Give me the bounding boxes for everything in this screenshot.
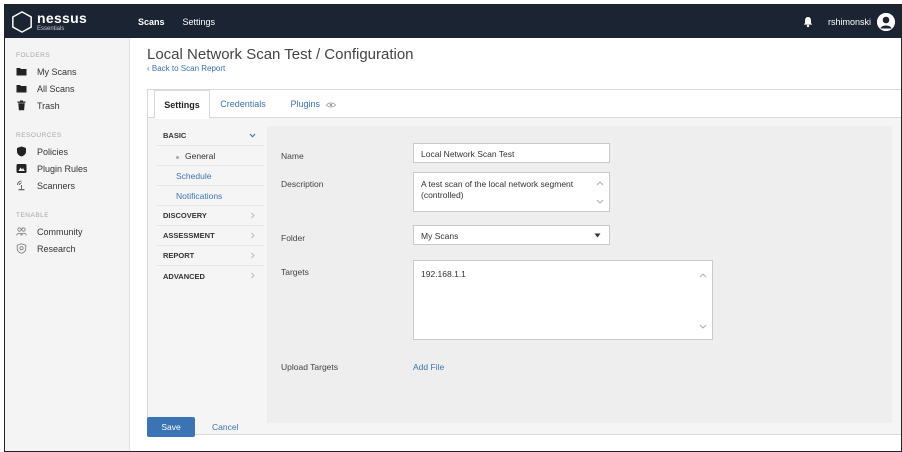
folder-icon — [16, 85, 27, 93]
chevron-up-icon[interactable] — [699, 273, 707, 278]
back-to-scan-report-link[interactable]: ‹ Back to Scan Report — [147, 64, 225, 73]
eye-icon — [325, 102, 336, 108]
sidebar-item-label: Scanners — [37, 180, 76, 191]
sidebar: FOLDERS My Scans All Scans Trash RESOURC… — [5, 38, 130, 451]
bullet-icon — [176, 155, 179, 159]
brand-name: nessus — [37, 10, 88, 26]
chevron-right-icon — [251, 212, 255, 219]
subnav-advanced[interactable]: ADVANCED — [156, 266, 264, 286]
sidebar-item-all-scans[interactable]: All Scans — [5, 80, 129, 97]
cancel-button[interactable]: Cancel — [212, 417, 238, 437]
trash-icon — [17, 100, 26, 111]
settings-subnav: BASIC General Schedule Notifications DIS… — [156, 126, 264, 286]
folder-select[interactable]: My Scans — [413, 225, 610, 245]
subnav-assessment[interactable]: ASSESSMENT — [156, 226, 264, 246]
tab-plugins[interactable]: Plugins — [278, 90, 348, 118]
tab-label: Plugins — [290, 99, 320, 109]
description-text: A test scan of the local network segment… — [421, 179, 574, 200]
community-icon — [16, 227, 27, 236]
sidebar-section-folders: FOLDERS — [16, 52, 51, 59]
subnav-item-wrap: General — [156, 151, 215, 161]
nav-scans[interactable]: Scans — [138, 17, 165, 27]
sidebar-section-tenable: TENABLE — [16, 212, 50, 219]
shield-icon — [17, 146, 26, 157]
chevron-down-icon[interactable] — [699, 324, 707, 329]
targets-label: Targets — [281, 267, 309, 277]
sidebar-item-policies[interactable]: Policies — [5, 143, 129, 160]
save-button[interactable]: Save — [147, 417, 195, 437]
add-file-link[interactable]: Add File — [413, 362, 444, 372]
targets-textarea[interactable]: 192.168.1.1 — [413, 260, 713, 340]
chevron-down-icon[interactable] — [596, 199, 604, 204]
sidebar-item-label: Policies — [37, 146, 69, 157]
main-content: Local Network Scan Test / Configuration … — [130, 38, 901, 451]
sidebar-item-label: Research — [37, 243, 76, 254]
brand-logo[interactable]: nessus Essentials — [5, 5, 130, 38]
folder-icon — [16, 68, 27, 76]
subnav-discovery[interactable]: DISCOVERY — [156, 206, 264, 226]
sidebar-item-scanners[interactable]: Scanners — [5, 177, 129, 194]
app-window: nessus Essentials Scans Settings rshimon… — [4, 4, 902, 452]
folder-label: Folder — [281, 233, 306, 243]
avatar[interactable] — [877, 12, 895, 31]
name-input[interactable]: Local Network Scan Test — [413, 143, 610, 163]
description-label: Description — [281, 179, 324, 189]
general-settings-form: Name Local Network Scan Test Description… — [267, 126, 892, 423]
subnav-item-general[interactable]: General — [156, 146, 264, 166]
sidebar-item-community[interactable]: Community — [5, 223, 129, 240]
sidebar-item-my-scans[interactable]: My Scans — [5, 63, 129, 80]
chevron-right-icon — [251, 232, 255, 239]
top-bar: nessus Essentials Scans Settings rshimon… — [5, 5, 901, 38]
chevron-up-icon[interactable] — [596, 181, 604, 186]
tab-settings[interactable]: Settings — [154, 90, 210, 119]
subnav-item-label: Notifications — [176, 190, 223, 201]
research-icon — [16, 243, 27, 254]
subnav-report[interactable]: REPORT — [156, 246, 264, 266]
username[interactable]: rshimonski — [828, 17, 871, 27]
nessus-logo-icon — [12, 10, 32, 33]
sidebar-item-label: Plugin Rules — [37, 163, 88, 174]
subnav-category-label: ASSESSMENT — [163, 231, 215, 240]
subnav-item-label: Schedule — [176, 170, 212, 181]
subnav-basic[interactable]: BASIC — [156, 126, 264, 146]
scanner-icon — [17, 180, 25, 191]
upload-targets-label: Upload Targets — [281, 362, 339, 372]
tab-bar: Settings Credentials Plugins — [148, 90, 901, 119]
subnav-item-schedule[interactable]: Schedule — [156, 166, 264, 186]
subnav-category-label: DISCOVERY — [163, 211, 207, 220]
sidebar-item-label: Trash — [37, 100, 60, 111]
sidebar-item-label: My Scans — [37, 66, 77, 77]
tab-label: Credentials — [220, 99, 266, 109]
plugin-rules-icon — [16, 164, 27, 173]
chevron-down-icon — [249, 133, 256, 138]
subnav-item-notifications[interactable]: Notifications — [156, 186, 264, 206]
sidebar-item-trash[interactable]: Trash — [5, 97, 129, 114]
targets-text: 192.168.1.1 — [421, 269, 466, 279]
subnav-category-label: ADVANCED — [163, 271, 205, 281]
nav-settings[interactable]: Settings — [183, 17, 216, 27]
subnav-category-label: REPORT — [163, 251, 195, 260]
chevron-right-icon — [251, 252, 255, 259]
sidebar-item-research[interactable]: Research — [5, 240, 129, 257]
configuration-card: Settings Credentials Plugins BASIC Gener… — [147, 89, 901, 435]
tab-label: Settings — [164, 100, 200, 110]
sidebar-section-resources: RESOURCES — [16, 132, 62, 139]
sidebar-item-label: Community — [37, 226, 83, 237]
bell-icon[interactable] — [802, 16, 814, 28]
description-textarea[interactable]: A test scan of the local network segment… — [413, 172, 610, 212]
user-icon — [877, 12, 895, 31]
tab-credentials[interactable]: Credentials — [212, 90, 274, 118]
page-title: Local Network Scan Test / Configuration — [147, 46, 414, 63]
brand-subtitle: Essentials — [37, 26, 65, 32]
name-label: Name — [281, 151, 304, 161]
sidebar-item-plugin-rules[interactable]: Plugin Rules — [5, 160, 129, 177]
caret-down-icon — [594, 233, 601, 238]
subnav-category-label: BASIC — [163, 131, 187, 140]
subnav-item-label: General — [185, 150, 216, 161]
folder-select-value: My Scans — [421, 231, 459, 241]
sidebar-item-label: All Scans — [37, 83, 75, 94]
chevron-right-icon — [251, 272, 255, 279]
